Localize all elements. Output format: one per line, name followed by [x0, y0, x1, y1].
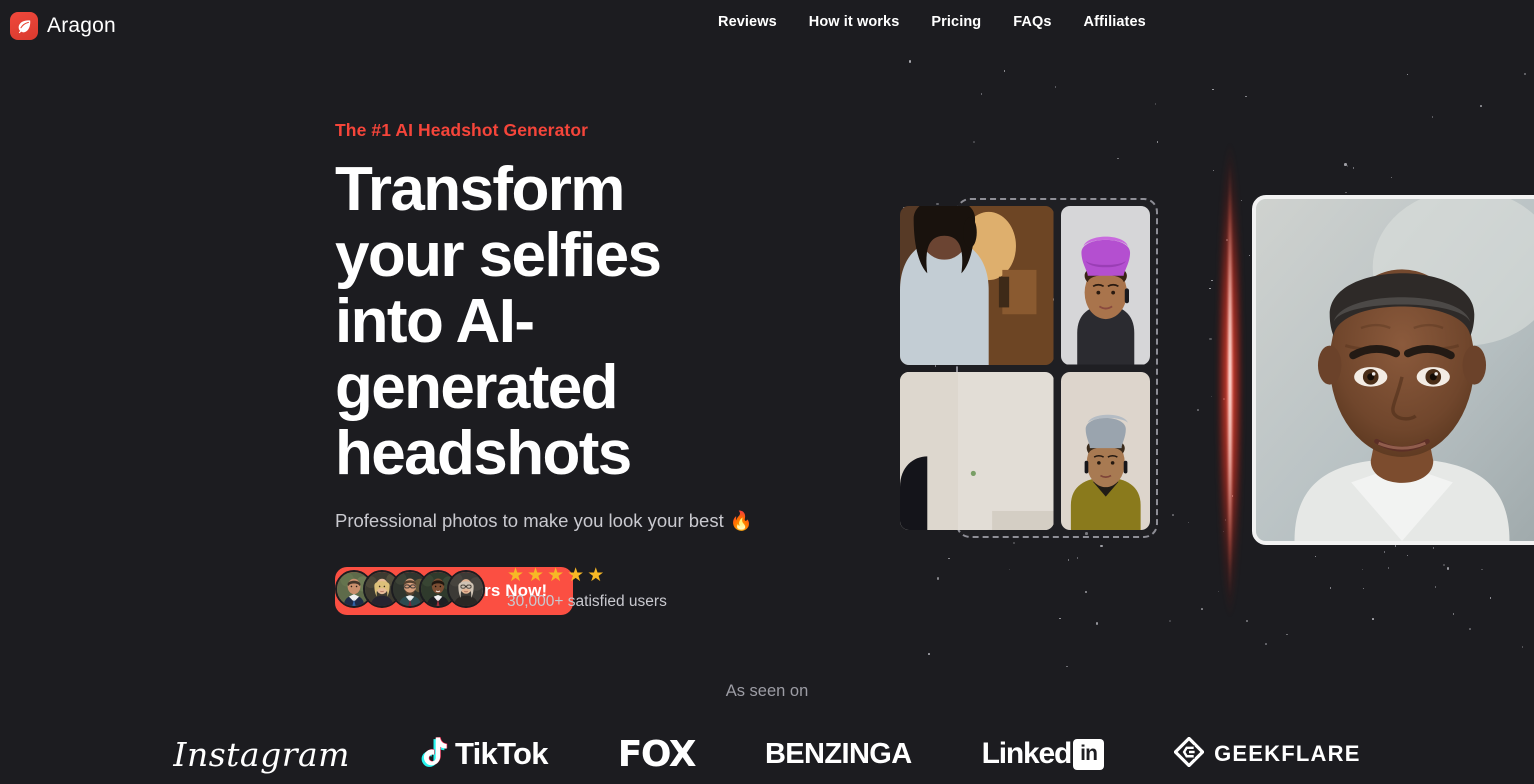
- nav-item-faqs[interactable]: FAQs: [1013, 14, 1051, 30]
- selfie-photo: [900, 206, 1054, 365]
- fire-emoji-icon: 🔥: [729, 510, 753, 531]
- landing-page: Aragon Reviews How it works Pricing FAQs…: [0, 0, 1534, 784]
- nav-item-reviews[interactable]: Reviews: [718, 14, 777, 30]
- star-icon: ★: [567, 565, 585, 586]
- tiktok-note-icon: [420, 736, 448, 773]
- main-navigation: Reviews How it works Pricing FAQs Affili…: [718, 14, 1146, 30]
- logo-tiktok: TikTok: [420, 730, 548, 778]
- brand-logo[interactable]: Aragon: [10, 12, 116, 40]
- press-logo-bar: Instagram TikTok FOX BENZINGA Linked in: [0, 724, 1534, 784]
- logo-geekflare: GEEKFLARE: [1173, 730, 1360, 778]
- beam-core: [1226, 107, 1234, 653]
- social-proof: ★ ★ ★ ★ ★ 30,000+ satisfied users: [335, 566, 667, 611]
- generated-headshot-image: [1256, 199, 1534, 541]
- page-title: Transform your selfies into AI-generated…: [335, 155, 662, 488]
- star-dot: [908, 60, 912, 63]
- hero-content: The #1 AI Headshot Generator Transform y…: [335, 120, 895, 615]
- logo-instagram: Instagram: [173, 734, 350, 774]
- selfie-upload-frame: [900, 198, 1158, 538]
- avatar: [447, 569, 485, 608]
- brand-name: Aragon: [47, 14, 116, 37]
- star-icon: ★: [507, 565, 525, 586]
- linkedin-in-icon: in: [1073, 738, 1105, 770]
- hero-subheadline-text: Professional photos to make you look you…: [335, 510, 724, 531]
- beam-glow: [1212, 90, 1248, 670]
- generated-headshot-card: [1252, 195, 1534, 545]
- selfie-photo: [1060, 371, 1150, 530]
- star-icon: ★: [547, 565, 565, 586]
- logo-linkedin: Linked in: [982, 730, 1105, 778]
- hero-subheadline: Professional photos to make you look you…: [335, 510, 895, 532]
- as-seen-on-label: As seen on: [725, 682, 809, 700]
- hero-eyebrow: The #1 AI Headshot Generator: [335, 120, 589, 140]
- leaf-icon: [10, 12, 38, 40]
- transformation-beam: [1212, 90, 1248, 670]
- star-icon: ★: [527, 565, 545, 586]
- rating-block: ★ ★ ★ ★ ★ 30,000+ satisfied users: [507, 566, 667, 611]
- selfie-grid: [900, 206, 1150, 530]
- hero-visual: [900, 70, 1534, 670]
- selfie-photo: [1060, 206, 1150, 365]
- star-icon: ★: [587, 565, 605, 586]
- selfie-photo: [900, 371, 1054, 530]
- nav-item-affiliates[interactable]: Affiliates: [1084, 14, 1146, 30]
- nav-item-pricing[interactable]: Pricing: [931, 14, 981, 30]
- logo-benzinga: BENZINGA: [764, 737, 912, 770]
- star-rating: ★ ★ ★ ★ ★: [507, 566, 667, 585]
- nav-item-how-it-works[interactable]: How it works: [809, 14, 900, 30]
- avatar-group: [335, 569, 485, 608]
- satisfied-users-count: 30,000+ satisfied users: [507, 593, 667, 610]
- logo-fox: FOX: [617, 733, 697, 775]
- geekflare-mark-icon: [1173, 735, 1205, 772]
- site-header: Aragon Reviews How it works Pricing FAQs…: [0, 0, 1534, 52]
